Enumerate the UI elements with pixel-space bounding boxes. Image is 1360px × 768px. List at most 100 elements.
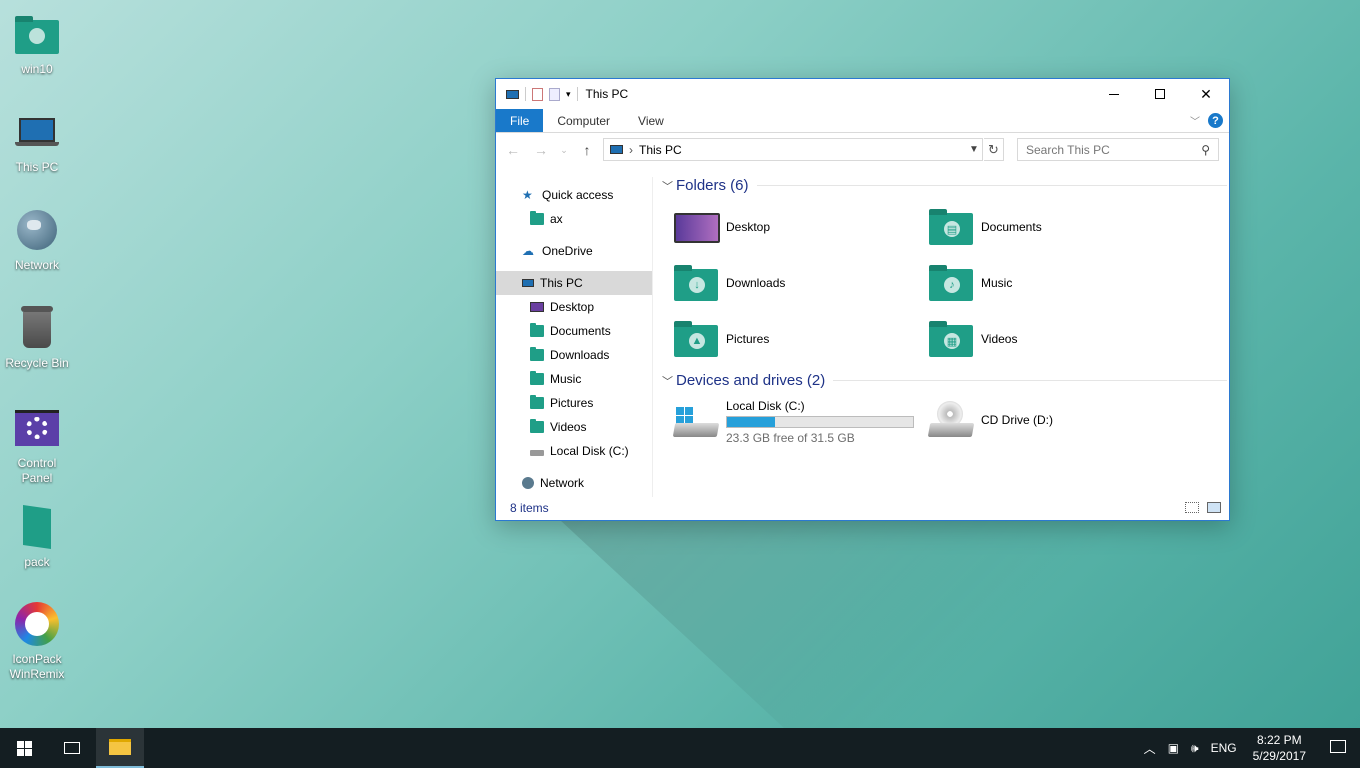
up-button[interactable]: ↑	[576, 142, 598, 158]
folder-videos[interactable]: ▦ Videos	[929, 319, 1017, 359]
large-icons-view-icon[interactable]	[1207, 502, 1221, 513]
search-input[interactable]: Search This PC ⚲	[1017, 138, 1219, 161]
file-explorer-icon	[109, 739, 131, 755]
taskbar-file-explorer[interactable]	[96, 728, 144, 768]
maximize-button[interactable]	[1137, 79, 1183, 109]
nav-item-documents[interactable]: Documents	[496, 319, 652, 343]
iconpack-icon	[13, 602, 61, 650]
desktop-icon-control-panel[interactable]: Control Panel	[4, 406, 70, 486]
recent-locations-button[interactable]: ⌄	[558, 145, 570, 156]
view-buttons	[1185, 502, 1221, 513]
folder-music[interactable]: ♪ Music	[929, 263, 1012, 303]
windows-drive-icon	[672, 399, 720, 443]
ribbon-right: ﹀ ?	[1190, 113, 1223, 128]
toolbar-separator	[525, 87, 526, 101]
drive-label: CD Drive (D:)	[981, 413, 1053, 427]
nav-item-network[interactable]: Network	[496, 471, 652, 495]
nav-item-label: Music	[550, 372, 582, 386]
user-folder-icon	[13, 12, 61, 60]
documents-folder-icon: ▤	[929, 209, 975, 245]
nav-item-onedrive[interactable]: ☁ OneDrive	[496, 239, 652, 263]
nav-item-label: OneDrive	[542, 244, 593, 258]
computer-icon	[506, 89, 519, 99]
volume-icon[interactable]: 🕪	[1185, 741, 1205, 756]
nav-item-ax[interactable]: ax	[496, 207, 652, 231]
close-icon: ✕	[1200, 85, 1212, 102]
globe-icon	[522, 477, 534, 489]
back-button[interactable]: ←	[502, 142, 524, 158]
breadcrumb-this-pc[interactable]: This PC	[639, 143, 682, 157]
drive-c-info: Local Disk (C:) 23.3 GB free of 31.5 GB	[726, 399, 914, 445]
expand-ribbon-icon[interactable]: ﹀	[1190, 113, 1200, 128]
task-view-button[interactable]	[48, 728, 96, 768]
search-icon: ⚲	[1201, 142, 1210, 157]
drive-c[interactable]: Local Disk (C:) 23.3 GB free of 31.5 GB	[672, 399, 914, 445]
desktop-icon-this-pc[interactable]: This PC	[4, 110, 70, 175]
nav-item-music[interactable]: Music	[496, 367, 652, 391]
properties-icon[interactable]	[532, 87, 543, 101]
clock[interactable]: 8:22 PM 5/29/2017	[1243, 732, 1316, 764]
details-view-icon[interactable]	[1185, 502, 1199, 513]
folder-label: Desktop	[726, 220, 771, 234]
drive-d[interactable]: CD Drive (D:)	[927, 399, 1053, 443]
nav-item-local-disk[interactable]: Local Disk (C:)	[496, 439, 652, 463]
customize-toolbar-icon[interactable]: ▾	[566, 89, 571, 100]
computer-icon	[610, 145, 623, 154]
refresh-button[interactable]: ↻	[984, 138, 1004, 161]
language-indicator[interactable]: ENG	[1205, 741, 1243, 755]
nav-item-this-pc[interactable]: This PC	[496, 271, 652, 295]
nav-item-videos[interactable]: Videos	[496, 415, 652, 439]
close-button[interactable]: ✕	[1183, 79, 1229, 109]
start-button[interactable]	[0, 728, 48, 768]
new-folder-icon[interactable]	[549, 87, 560, 101]
chevron-down-icon: ﹀	[662, 375, 673, 388]
videos-folder-icon: ▦	[929, 321, 975, 357]
tab-view[interactable]: View	[624, 109, 678, 132]
devices-group-header[interactable]: ﹀ Devices and drives (2)	[662, 372, 1227, 389]
folder-pictures[interactable]: ▲ Pictures	[674, 319, 769, 359]
nav-item-quick-access[interactable]: ★ Quick access	[496, 183, 652, 207]
folder-icon	[530, 211, 544, 225]
ribbon-tabs: File Computer View ﹀ ?	[496, 109, 1229, 133]
folder-label: Documents	[981, 220, 1042, 234]
drive-usage-bar	[726, 416, 914, 428]
desktop-icon	[530, 302, 544, 312]
forward-button[interactable]: →	[530, 142, 552, 158]
help-icon[interactable]: ?	[1208, 113, 1223, 128]
folders-group-header[interactable]: ﹀ Folders (6)	[662, 177, 1227, 194]
nav-item-label: Quick access	[542, 188, 614, 202]
divider	[756, 185, 1227, 186]
show-hidden-icons-button[interactable]: ︿	[1138, 740, 1162, 757]
nav-item-pictures[interactable]: Pictures	[496, 391, 652, 415]
nav-item-desktop[interactable]: Desktop	[496, 295, 652, 319]
task-view-icon	[64, 742, 80, 754]
music-folder-icon	[530, 371, 544, 385]
address-dropdown-icon[interactable]: ▼	[966, 144, 982, 155]
folder-desktop[interactable]: Desktop	[674, 207, 770, 247]
laptop-icon	[13, 110, 61, 158]
minimize-button[interactable]	[1091, 79, 1137, 109]
desktop-icon-iconpack[interactable]: IconPack WinRemix	[4, 602, 70, 682]
item-count: 8 items	[510, 501, 549, 515]
breadcrumb-chevron-icon: ›	[629, 142, 633, 157]
folder-icon	[13, 505, 61, 553]
folder-label: Music	[981, 276, 1013, 290]
folder-documents[interactable]: ▤ Documents	[929, 207, 1042, 247]
address-bar[interactable]: › This PC ▼	[603, 138, 983, 161]
nav-item-downloads[interactable]: Downloads	[496, 343, 652, 367]
desktop-icon-network[interactable]: Network	[4, 208, 70, 273]
action-center-button[interactable]	[1316, 740, 1360, 756]
desktop-icon-win10[interactable]: win10	[4, 12, 70, 77]
desktop-icon-recycle-bin[interactable]: Recycle Bin	[4, 306, 70, 371]
folder-downloads[interactable]: ↓ Downloads	[674, 263, 785, 303]
tab-file[interactable]: File	[496, 109, 544, 132]
nav-item-label: Pictures	[550, 396, 594, 410]
network-status-icon[interactable]: ▣	[1162, 741, 1185, 755]
desktop-icon-label: Recycle Bin	[5, 356, 69, 370]
explorer-window: ▾ This PC ✕ File Computer View ﹀ ? ← → ⌄…	[495, 78, 1230, 521]
title-bar[interactable]: ▾ This PC ✕	[496, 79, 1229, 109]
quick-access-toolbar: ▾	[496, 87, 578, 101]
desktop-icon-pack[interactable]: pack	[4, 505, 70, 570]
tab-computer[interactable]: Computer	[543, 109, 624, 132]
desktop-icon-label: Network	[14, 258, 59, 272]
